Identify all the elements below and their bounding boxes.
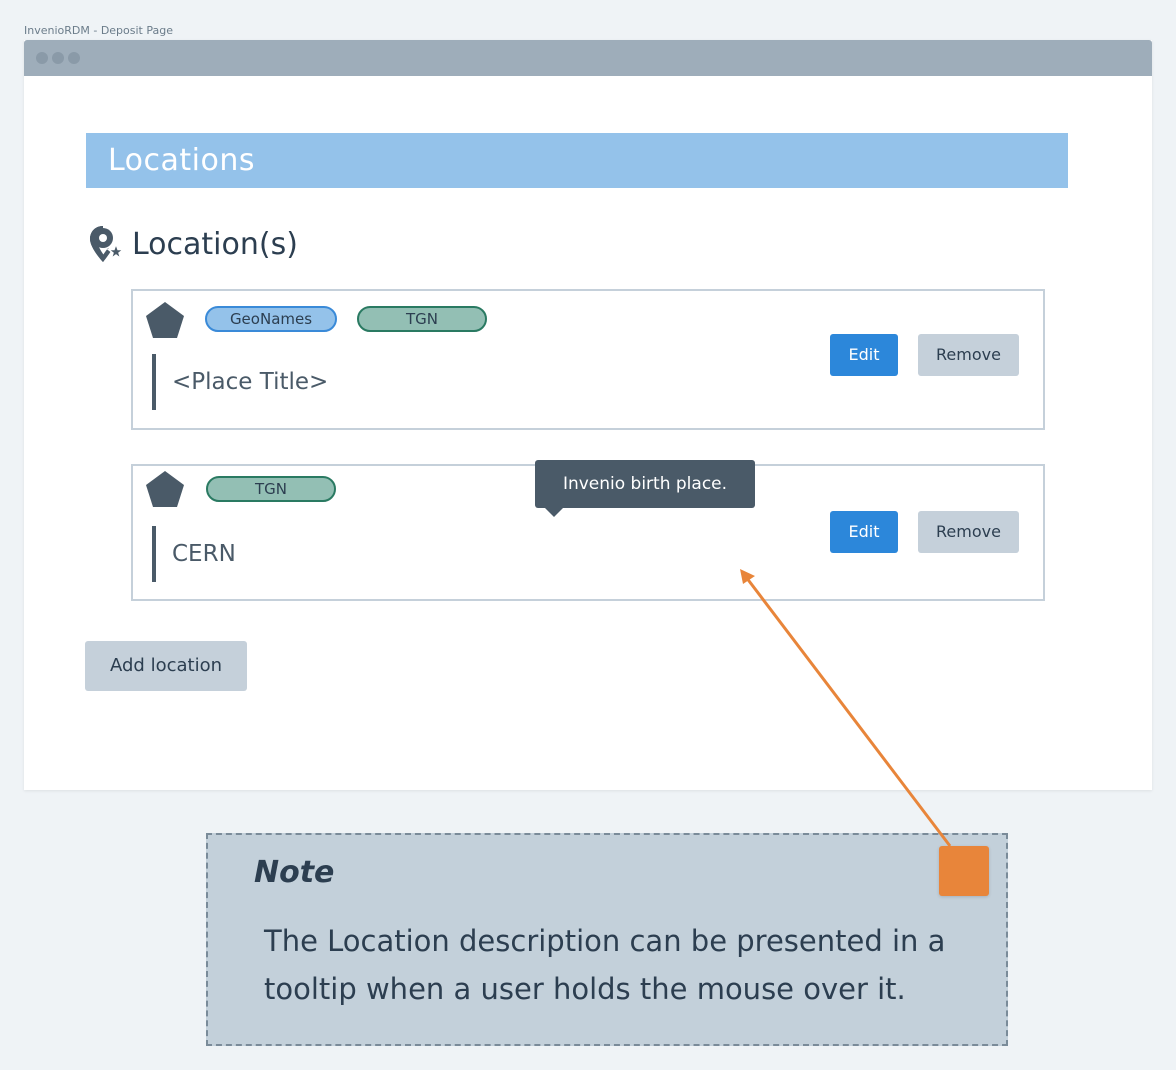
geonames-badge: GeoNames bbox=[205, 306, 337, 332]
window-titlebar bbox=[24, 40, 1152, 76]
edit-button[interactable]: Edit bbox=[830, 511, 898, 553]
annotation-note: Note The Location description can be pre… bbox=[206, 833, 1008, 1046]
note-title: Note bbox=[254, 855, 335, 890]
window-dot-icon bbox=[36, 52, 48, 64]
place-title: CERN bbox=[152, 526, 236, 582]
pentagon-icon bbox=[146, 302, 184, 338]
remove-button[interactable]: Remove bbox=[918, 334, 1019, 376]
section-header: Locations bbox=[86, 133, 1068, 188]
note-body: The Location description can be presente… bbox=[264, 924, 946, 1006]
add-location-button[interactable]: Add location bbox=[85, 641, 247, 691]
pentagon-icon bbox=[146, 471, 184, 507]
place-title: <Place Title> bbox=[152, 354, 328, 410]
note-marker bbox=[939, 846, 989, 896]
window-dot-icon bbox=[68, 52, 80, 64]
tgn-badge: TGN bbox=[357, 306, 487, 332]
window-dot-icon bbox=[52, 52, 64, 64]
remove-button[interactable]: Remove bbox=[918, 511, 1019, 553]
edit-button[interactable]: Edit bbox=[830, 334, 898, 376]
tgn-badge: TGN bbox=[206, 476, 336, 502]
field-title-label: Location(s) bbox=[132, 226, 298, 262]
browser-window: Locations Location(s) GeoNames TGN <Plac… bbox=[24, 40, 1152, 790]
field-title: Location(s) bbox=[88, 224, 298, 264]
page-label: InvenioRDM - Deposit Page bbox=[24, 24, 173, 37]
location-card: GeoNames TGN <Place Title> Edit Remove bbox=[131, 289, 1045, 430]
location-description-tooltip: Invenio birth place. bbox=[535, 460, 755, 517]
map-pin-star-icon bbox=[90, 226, 124, 262]
